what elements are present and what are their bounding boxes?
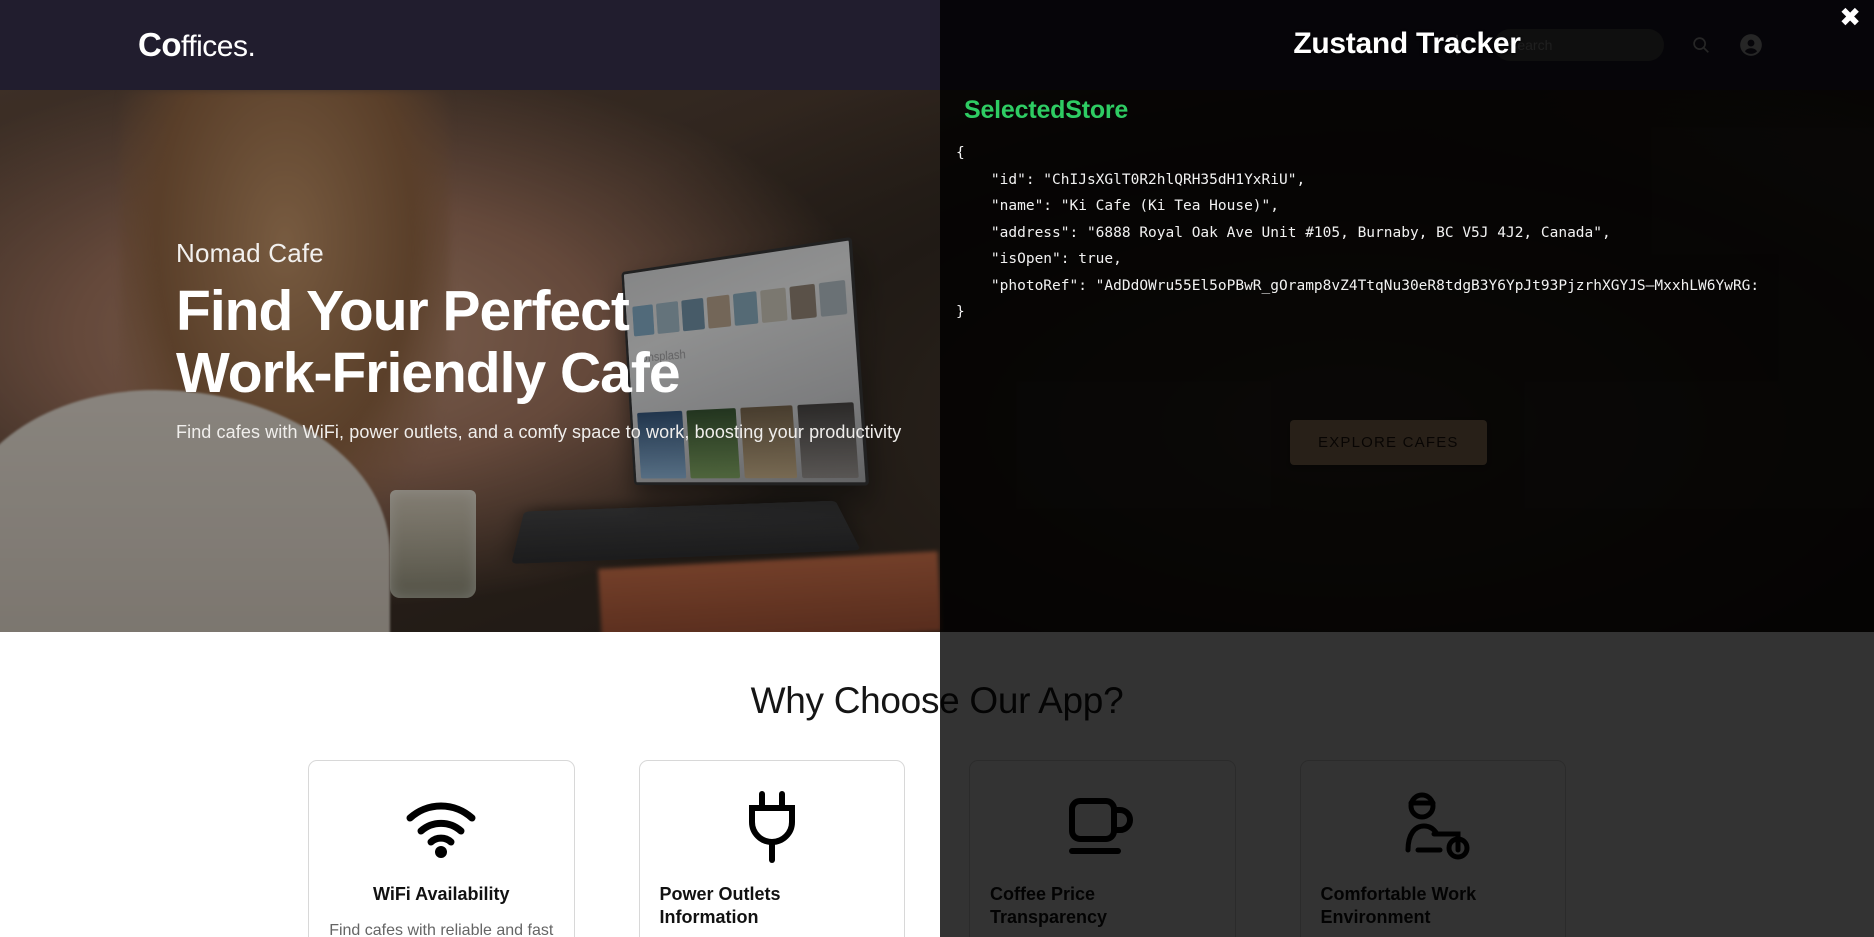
selected-store-label: SelectedStore <box>964 96 1129 124</box>
hero-content: Nomad Cafe Find Your Perfect Work-Friend… <box>176 238 901 443</box>
overlay-title: Zustand Tracker <box>1293 27 1521 60</box>
app-root: Unsplash Nomad Cafe Find Your Perfect Wo… <box>0 0 1874 937</box>
feature-card-wifi[interactable]: WiFi Availability Find cafes with reliab… <box>308 760 575 937</box>
feature-card-title: Power Outlets Information <box>659 884 781 927</box>
wifi-icon <box>329 787 554 869</box>
feature-card-power-outlets[interactable]: Power Outlets Information <box>638 760 905 937</box>
feature-card-desc: Find cafes with reliable and fast <box>329 921 554 937</box>
zustand-tracker-overlay: Zustand Tracker ✖ SelectedStore { "id": … <box>940 0 1874 937</box>
hero-eyebrow: Nomad Cafe <box>176 238 324 268</box>
brand-logo[interactable]: Coffices. <box>138 26 256 64</box>
power-plug-icon <box>660 787 885 869</box>
close-icon[interactable]: ✖ <box>1839 5 1861 31</box>
feature-card-title: WiFi Availability <box>372 884 510 904</box>
brand-logo-light: ffices. <box>181 30 256 63</box>
hero-subtitle: Find cafes with WiFi, power outlets, and… <box>176 422 902 443</box>
selected-store-json: { "id": "ChIJsXGlT0R2hlQRH35dH1YxRiU", "… <box>956 145 1760 320</box>
brand-logo-strong: Co <box>138 26 182 63</box>
hero-title: Find Your Perfect Work-Friendly Cafe <box>176 279 681 405</box>
